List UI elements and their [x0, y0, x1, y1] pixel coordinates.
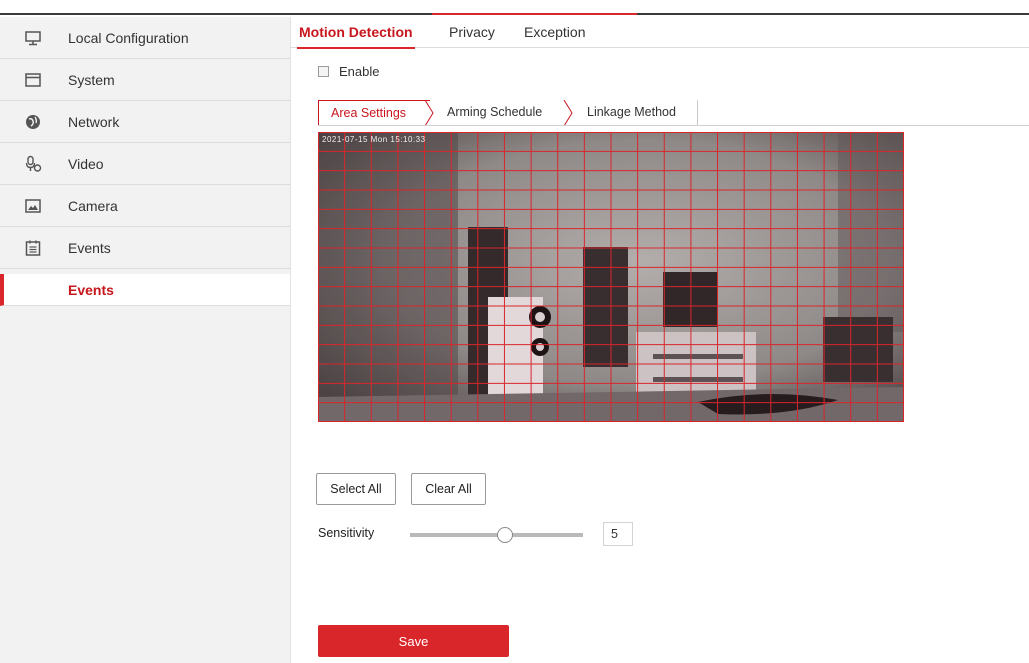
sidebar-item-label: Video [68, 155, 104, 172]
sidebar-item-label: Network [68, 113, 120, 130]
tab-exception[interactable]: Exception [524, 24, 585, 40]
globe-icon [26, 115, 40, 129]
sidebar-item-label: Camera [68, 197, 118, 214]
image-icon [25, 199, 41, 213]
motion-area-video[interactable]: 2021-07-15 Mon 15:10:33 [318, 132, 904, 422]
tab-motion-detection[interactable]: Motion Detection [297, 24, 415, 49]
top-bar-accent [432, 13, 637, 15]
subtab-area-settings[interactable]: Area Settings [318, 100, 430, 126]
sidebar-item-video[interactable]: Video [0, 143, 290, 185]
subtab-linkage-method[interactable]: Linkage Method [572, 100, 698, 126]
sidebar-item-local-configuration[interactable]: Local Configuration [0, 17, 290, 59]
sidebar-item-label: Events [68, 239, 111, 256]
select-all-button[interactable]: Select All [316, 473, 396, 505]
subtabs-divider [318, 125, 1029, 126]
window-icon [25, 73, 41, 87]
sensitivity-slider[interactable] [410, 527, 583, 543]
sidebar-item-label: System [68, 71, 115, 88]
sidebar-item-label: Local Configuration [68, 29, 189, 46]
enable-checkbox[interactable] [318, 66, 329, 77]
enable-row: Enable [318, 64, 379, 79]
sidebar-item-events[interactable]: Events [0, 227, 290, 269]
sensitivity-value-field[interactable]: 5 [603, 522, 633, 546]
sidebar-item-network[interactable]: Network [0, 101, 290, 143]
sidebar-subitem-label: Events [68, 282, 114, 298]
sensitivity-label: Sensitivity [318, 526, 375, 540]
slider-thumb[interactable] [497, 527, 514, 543]
subtab-arming-schedule[interactable]: Arming Schedule [432, 100, 570, 126]
main-tabs: Motion Detection Privacy Exception [290, 17, 1029, 49]
clear-all-button[interactable]: Clear All [411, 473, 486, 505]
enable-label: Enable [339, 64, 380, 79]
sidebar-item-system[interactable]: System [0, 59, 290, 101]
save-button[interactable]: Save [318, 625, 509, 657]
monitor-icon [25, 31, 41, 46]
sidebar-subitem-events[interactable]: Events [0, 274, 290, 306]
sidebar-item-camera[interactable]: Camera [0, 185, 290, 227]
video-timestamp: 2021-07-15 Mon 15:10:33 [322, 135, 426, 144]
top-bar [0, 0, 1029, 15]
motion-grid[interactable] [318, 132, 904, 422]
calendar-icon [25, 240, 41, 256]
microphone-icon [25, 155, 42, 172]
tab-privacy[interactable]: Privacy [449, 24, 495, 40]
sidebar: Local Configuration System Network Video… [0, 17, 291, 663]
